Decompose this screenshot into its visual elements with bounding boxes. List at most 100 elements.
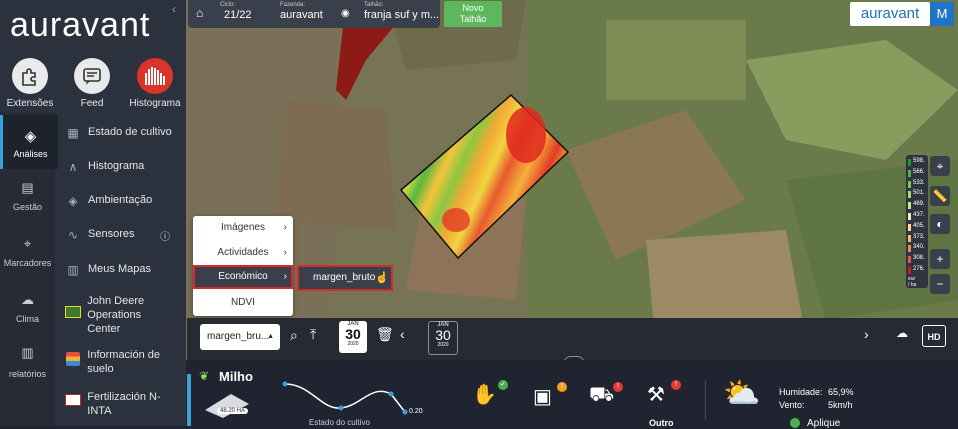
legend-value: 501. [913,190,925,197]
layer-select-value: margen_bru... [207,331,270,342]
nav-item-clima[interactable]: ☁ Clima [0,292,55,332]
nav-item-relatorios[interactable]: ▥ relatórios [0,345,55,385]
menu-item-ndvi[interactable]: NDVI [193,291,293,315]
zoom-out-button[interactable]: − [930,274,950,294]
nav-label: Análises [13,149,48,159]
menu-label: NDVI [231,297,255,308]
menu-item-actividades[interactable]: Actividades › [193,241,293,265]
menu-item-informacion-de-suelo[interactable]: Información de suelo [64,348,164,376]
legend-row: 566. [908,169,928,178]
menu-label: Económico [218,271,268,282]
menu-item-histograma[interactable]: ∧ Histograma [64,160,184,174]
chevron-left-icon[interactable]: ‹ [400,326,405,342]
harvest-activity-icon[interactable]: ⛟! [589,382,625,416]
upload-icon[interactable]: ⤒ [310,326,316,343]
panel-accent [187,374,191,426]
nav-label: Marcadores [3,258,52,268]
curve-icon: ∧ [68,160,78,174]
menu-label: Actividades [217,247,269,258]
farm-field[interactable]: Fazenda: auravant [280,2,323,21]
histogram-button[interactable]: Histograma [125,58,185,109]
chevron-right-icon[interactable]: › [864,326,869,342]
menu-label: Meus Mapas [88,263,151,275]
divider [705,380,706,420]
menu-item-imagenes[interactable]: Imágenes › [193,216,293,240]
clipboard-icon: ▤ [21,180,34,195]
home-icon[interactable]: ⌂ [196,6,203,20]
legend-value: 598. [913,158,925,164]
menu-label: Ambientação [88,194,153,206]
menu-item-meus-mapas[interactable]: ▥ Meus Mapas [64,263,184,277]
location-icon[interactable]: ⌖ [930,156,950,176]
extensions-label: Extensões [6,98,54,109]
menu-item-john-deere[interactable]: John Deere Operations Center [64,294,164,336]
new-field-label-2: Talhão [459,14,487,24]
menu-label: Información de suelo [87,349,161,375]
legend-swatch [908,191,911,199]
wind-label: Vento: [779,400,805,410]
menu-item-fertilizacion[interactable]: Fertilización N-INTA [64,390,164,418]
legend-value: 437. [913,212,925,218]
eye-icon[interactable]: ◉ [341,8,350,19]
zoom-in-button[interactable]: + [930,249,950,269]
crop-icon: ▦ [67,126,79,140]
cycle-field[interactable]: Ciclo: 21/22 [220,2,252,21]
submenu-item-margen-bruto[interactable]: margen_bruto ☝ [297,265,393,291]
apply-status-dot [790,418,800,428]
hd-button[interactable]: HD [922,325,946,347]
search-icon[interactable]: ⌕ [290,327,298,344]
cloud-icon: ☁ [21,292,34,307]
new-field-button[interactable]: Novo Talhão [444,1,502,27]
field-area: 48.20 HA [217,408,249,414]
nav-item-marcadores[interactable]: ⌖ Marcadores [0,236,55,276]
date-picker-compare[interactable]: JAN 30 2020 [428,321,458,355]
brand-logo: auravant [850,2,930,26]
satellite-map[interactable] [186,0,958,360]
menu-item-ambientacao[interactable]: ◈ Ambientação [64,194,184,208]
info-icon[interactable]: ⓘ [160,228,170,243]
jd-logo-icon [64,306,81,321]
nav-item-analises[interactable]: ◈ Análises [0,115,58,169]
date-day: 30 [435,327,451,343]
bag-activity-icon[interactable]: ▣! [533,382,569,416]
menu-item-estado-de-cultivo[interactable]: ▦ Estado de cultivo [64,126,184,140]
extensions-button[interactable]: Extensões [0,58,60,109]
menu-label: Histograma [88,160,145,172]
collapse-sidebar-icon[interactable]: ‹ [172,2,176,16]
compass-icon[interactable]: ◐ [930,214,950,234]
feed-button[interactable]: Feed [62,58,122,109]
legend-value: 405. [913,222,925,229]
layer-select[interactable]: margen_bru... ▲ [200,324,280,350]
inta-logo-icon [64,394,81,409]
legend-swatch [908,245,911,253]
nav-label: Gestão [12,202,43,212]
pulse-icon: ∿ [67,228,79,242]
user-avatar[interactable]: M [930,2,954,26]
sowing-activity-icon[interactable]: ✋ ✓ [472,380,508,414]
other-activity-icon[interactable]: ⚒! [647,380,683,414]
caret-down-icon: ▲ [267,333,274,340]
menu-item-economico[interactable]: Económico › [193,265,293,289]
ruler-icon[interactable]: 📏 [930,186,950,206]
trash-icon[interactable]: 🗑 [376,326,394,343]
legend-value: 566. [913,168,925,175]
cloud-off-icon[interactable]: ☁ [896,326,908,340]
legend-unit: eur / ha [908,276,916,288]
legend-swatch [908,169,911,177]
crop-panel: ❦ Milho 48.20 HA 0.20 Estado do cultivo … [187,360,958,429]
apply-label: Aplique [807,418,841,429]
crop-name: Milho [219,369,253,384]
puzzle-icon [12,58,48,94]
menu-item-sensores[interactable]: ∿ Sensores ⓘ [64,228,184,243]
crop-state-curve [282,381,408,415]
other-activity-label: Outro [649,418,674,428]
legend-swatch [908,159,911,166]
field-topbar: ⌂ Ciclo: 21/22 Fazenda: auravant ◉ Talhã… [188,0,440,28]
legend-value: 533. [913,179,925,186]
curve-value: 0.20 [409,408,423,415]
nav-item-gestao[interactable]: ▤ Gestão [0,180,55,220]
plot-field[interactable]: Talhão: franja suf y m... [364,2,439,21]
menu-label: Imágenes [221,222,265,233]
legend-swatch [908,267,911,274]
date-picker-current[interactable]: JAN 30 2020 [339,321,367,353]
